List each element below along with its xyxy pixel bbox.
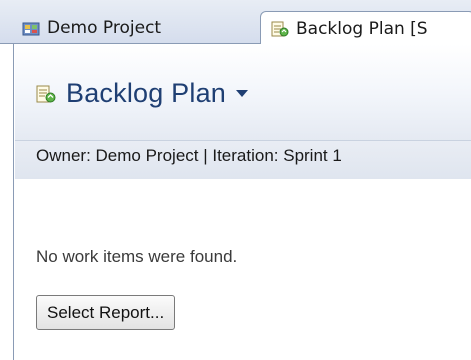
editor-tab-bar: Demo Project Backlog Plan [S xyxy=(0,0,471,45)
plan-header: Backlog Plan xyxy=(15,44,471,142)
tab-label: Demo Project xyxy=(47,17,162,38)
tab-demo-project[interactable]: Demo Project xyxy=(14,11,254,44)
editor-window: Demo Project Backlog Plan [S Backlog Pla… xyxy=(0,0,471,360)
tab-label: Backlog Plan [S xyxy=(296,18,428,39)
left-frame-border xyxy=(0,44,14,360)
tab-backlog-plan[interactable]: Backlog Plan [S xyxy=(260,11,471,45)
empty-message: No work items were found. xyxy=(36,247,238,266)
select-report-button[interactable]: Select Report... xyxy=(36,295,176,330)
owner-iteration-text: Owner: Demo Project | Iteration: Sprint … xyxy=(36,146,342,165)
page-title: Backlog Plan xyxy=(66,78,226,108)
plan-icon xyxy=(271,21,289,37)
plan-editor-content: Backlog Plan Owner: Demo Project | Itera… xyxy=(15,44,471,360)
plan-icon xyxy=(36,85,56,103)
project-icon xyxy=(22,20,40,36)
plan-title-row[interactable]: Backlog Plan xyxy=(36,78,248,109)
chevron-down-icon[interactable] xyxy=(236,90,248,97)
